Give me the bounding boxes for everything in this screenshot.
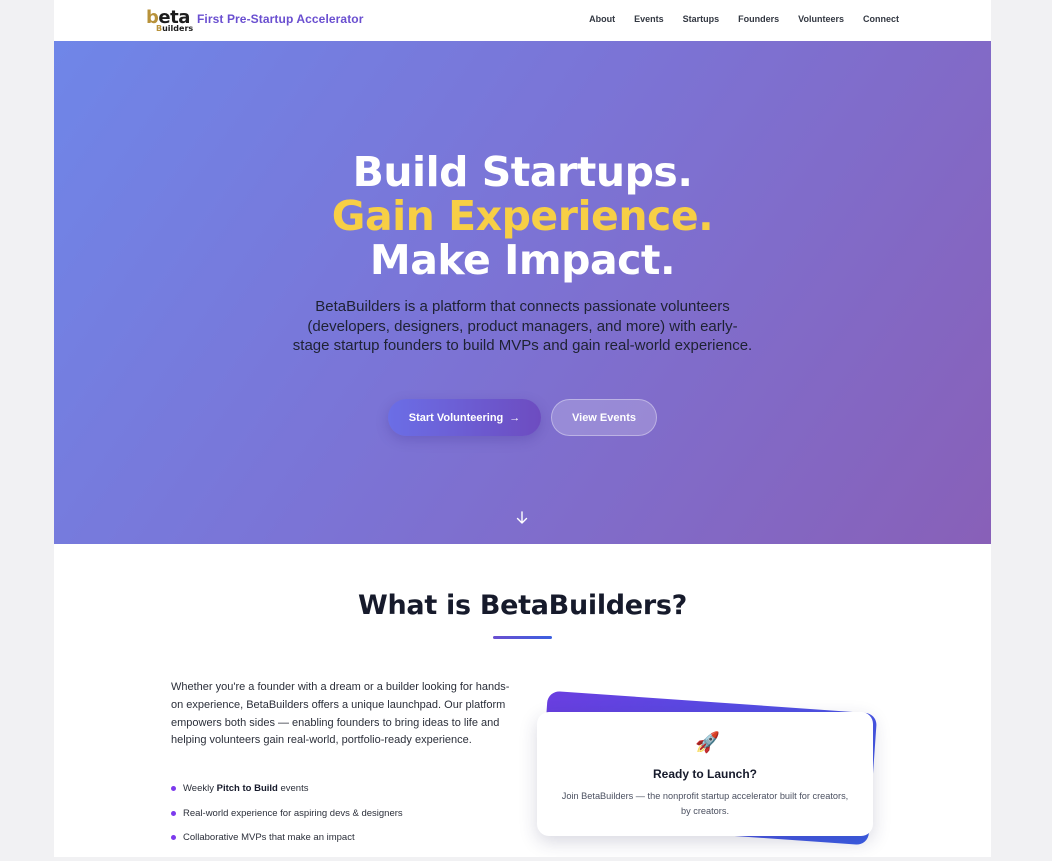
title-underline [493, 636, 552, 639]
top-nav: beta Builders First Pre-Startup Accelera… [54, 0, 991, 42]
logo-subword: Builders [156, 24, 194, 33]
list-item: Weekly Pitch to Build events [171, 782, 403, 807]
feature-list: Weekly Pitch to Build events Real-world … [171, 782, 403, 856]
nav-link-about[interactable]: About [589, 14, 615, 24]
bullet-dot-icon [171, 835, 176, 840]
rocket-icon: 🚀 [695, 732, 720, 754]
start-volunteering-label: Start Volunteering [408, 411, 504, 424]
brand-tagline: First Pre-Startup Accelerator [197, 12, 364, 26]
bullet-dot-icon [171, 810, 176, 816]
nav-link-events[interactable]: Events [634, 14, 664, 24]
hero-title-line-2: Gain Experience. [331, 192, 714, 240]
bullet-dot-icon [171, 786, 176, 791]
nav-link-volunteers[interactable]: Volunteers [798, 14, 844, 24]
hero-title-line-1: Build Startups. [352, 148, 693, 196]
about-description: Whether you're a founder with a dream or… [171, 681, 510, 747]
page: beta Builders First Pre-Startup Accelera… [54, 0, 991, 857]
start-volunteering-button[interactable]: Start Volunteering → [388, 399, 541, 436]
about-section-title: What is BetaBuilders? [358, 590, 687, 621]
card-description: Join BetaBuilders — the nonprofit startu… [561, 791, 849, 816]
arrow-right-icon: → [509, 411, 521, 424]
view-events-button[interactable]: View Events [551, 399, 657, 436]
launch-card: 🚀 Ready to Launch? Join BetaBuilders — t… [537, 712, 873, 836]
list-item: Collaborative MVPs that make an impact [171, 831, 403, 856]
nav-link-founders[interactable]: Founders [738, 14, 779, 24]
hero-title-line-3: Make Impact. [369, 236, 676, 284]
brand-logo[interactable]: beta Builders [146, 7, 194, 35]
list-item: Real-world experience for aspiring devs … [171, 807, 403, 832]
nav-link-startups[interactable]: Startups [683, 14, 720, 24]
view-events-label: View Events [572, 411, 636, 424]
main-menu: About Events Startups Founders Volunteer… [589, 14, 899, 24]
nav-link-connect[interactable]: Connect [863, 14, 899, 24]
hero-description: BetaBuilders is a platform that connects… [292, 298, 753, 354]
card-title: Ready to Launch? [652, 767, 757, 781]
arrow-down-icon[interactable] [515, 511, 529, 525]
hero-section: Build Startups. Gain Experience. Make Im… [54, 41, 991, 544]
